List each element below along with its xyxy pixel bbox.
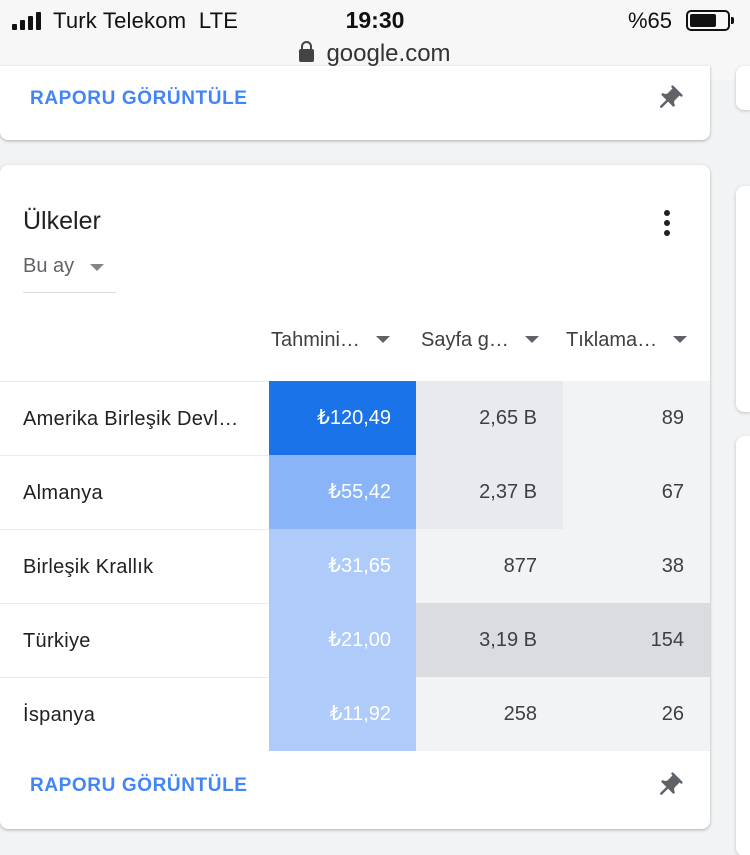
view-report-button[interactable]: RAPORU GÖRÜNTÜLE xyxy=(30,775,248,797)
table-row[interactable]: İspanya ₺11,92 258 26 xyxy=(0,677,710,751)
table-row[interactable]: Türkiye ₺21,00 3,19 B 154 xyxy=(0,603,710,677)
sort-caret-icon xyxy=(375,336,390,343)
page-views-cell: 3,19 B xyxy=(416,603,563,677)
side-card-middle xyxy=(736,186,750,412)
date-range-dropdown[interactable]: Bu ay xyxy=(23,251,116,293)
country-name: Almanya xyxy=(0,455,269,529)
countries-card: Ülkeler Bu ay Tahmini… Sayfa g… Tıklama…… xyxy=(0,165,710,829)
column-header-clicks[interactable]: Tıklama… xyxy=(566,329,688,352)
earnings-cell: ₺55,42 xyxy=(269,455,416,529)
clicks-cell: 38 xyxy=(563,529,710,603)
column-header-page-views[interactable]: Sayfa g… xyxy=(421,329,539,352)
side-card-bottom xyxy=(736,436,750,855)
sort-caret-icon xyxy=(673,336,688,343)
page-views-cell: 2,65 B xyxy=(416,381,563,455)
clicks-cell: 89 xyxy=(563,381,710,455)
battery-percent: %65 xyxy=(628,8,673,33)
battery-icon xyxy=(686,10,734,31)
card-title: Ülkeler xyxy=(23,207,101,235)
more-vert-icon[interactable] xyxy=(656,207,678,239)
date-range-label: Bu ay xyxy=(23,255,75,277)
page-views-cell: 877 xyxy=(416,529,563,603)
side-card-top xyxy=(736,66,750,110)
earnings-cell: ₺21,00 xyxy=(269,603,416,677)
table-row[interactable]: Almanya ₺55,42 2,37 B 67 xyxy=(0,455,710,529)
pin-icon[interactable] xyxy=(654,84,684,114)
chevron-down-icon xyxy=(90,264,104,271)
lock-icon xyxy=(299,41,315,62)
page-views-cell: 2,37 B xyxy=(416,455,563,529)
clicks-cell: 67 xyxy=(563,455,710,529)
clicks-cell: 26 xyxy=(563,677,710,751)
earnings-cell: ₺11,92 xyxy=(269,677,416,751)
table-row[interactable]: Amerika Birleşik Devl… ₺120,49 2,65 B 89 xyxy=(0,381,710,455)
country-name: Birleşik Krallık xyxy=(0,529,269,603)
country-name: Amerika Birleşik Devl… xyxy=(0,381,269,455)
country-name: İspanya xyxy=(0,677,269,751)
clicks-cell: 154 xyxy=(563,603,710,677)
column-header-earnings[interactable]: Tahmini… xyxy=(271,329,390,352)
earnings-cell: ₺120,49 xyxy=(269,381,416,455)
pin-icon[interactable] xyxy=(654,771,684,801)
country-name: Türkiye xyxy=(0,603,269,677)
address-bar[interactable]: google.com xyxy=(0,40,750,68)
page-views-cell: 258 xyxy=(416,677,563,751)
sort-caret-icon xyxy=(524,336,539,343)
view-report-button[interactable]: RAPORU GÖRÜNTÜLE xyxy=(30,88,248,110)
earnings-cell: ₺31,65 xyxy=(269,529,416,603)
url-text: google.com xyxy=(326,40,451,67)
previous-report-card: RAPORU GÖRÜNTÜLE xyxy=(0,66,710,140)
table-row[interactable]: Birleşik Krallık ₺31,65 877 38 xyxy=(0,529,710,603)
